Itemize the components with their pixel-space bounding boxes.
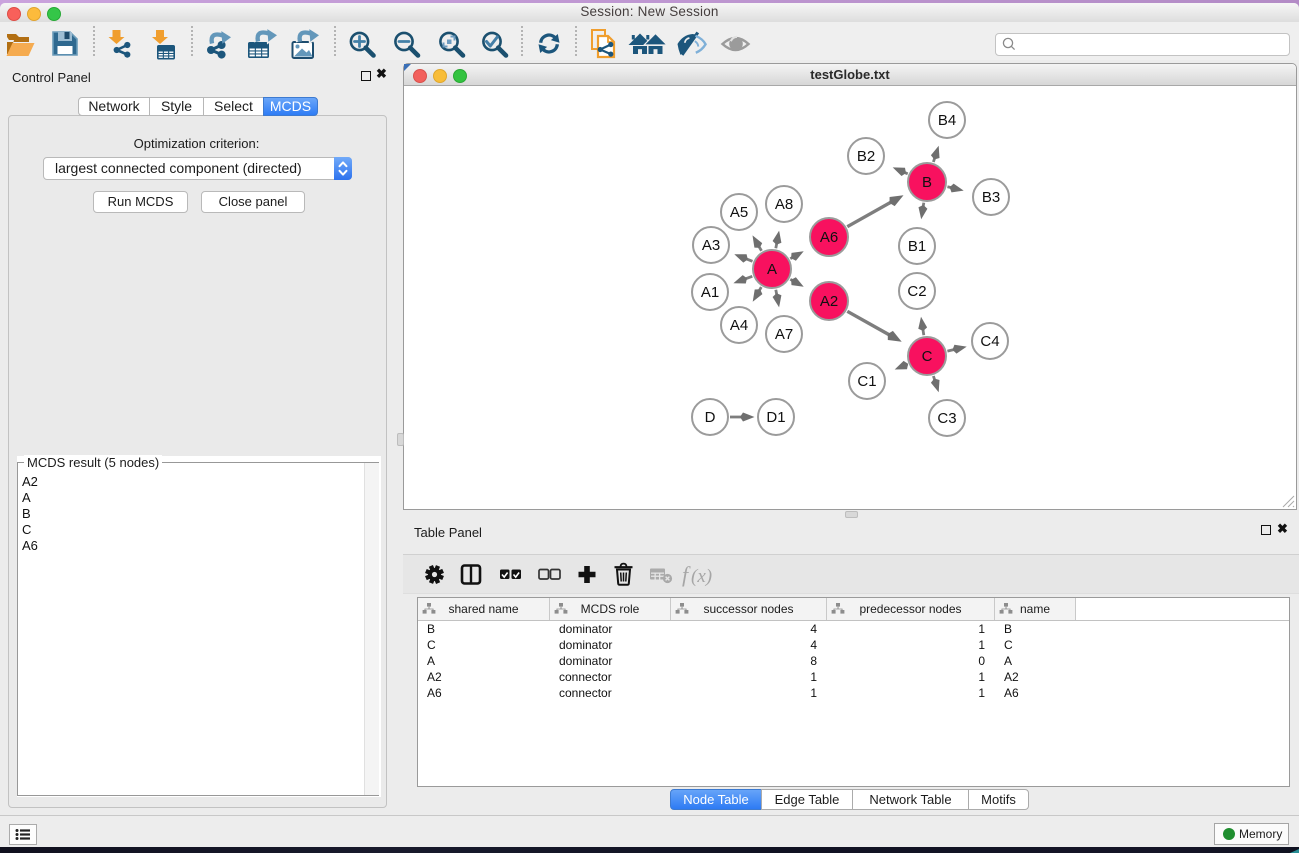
svg-text:B: B [922,174,932,191]
svg-text:A4: A4 [730,317,748,334]
svg-text:D: D [705,409,716,426]
svg-text:A5: A5 [730,204,748,221]
svg-text:A6: A6 [820,229,838,246]
svg-text:A3: A3 [702,237,720,254]
svg-text:A8: A8 [775,196,793,213]
svg-text:B2: B2 [857,148,875,165]
svg-text:C4: C4 [980,333,999,350]
svg-text:A1: A1 [701,284,719,301]
svg-text:C2: C2 [907,283,926,300]
svg-text:B3: B3 [982,189,1000,206]
svg-text:C3: C3 [937,410,956,427]
svg-text:(x): (x) [691,566,712,587]
svg-text:f: f [682,562,691,587]
svg-text:C: C [922,348,933,365]
svg-text:D1: D1 [766,409,785,426]
svg-text:A: A [767,261,777,278]
svg-text:C1: C1 [857,373,876,390]
svg-text:B4: B4 [938,112,956,129]
svg-text:A7: A7 [775,326,793,343]
svg-text:A2: A2 [820,293,838,310]
svg-text:B1: B1 [908,238,926,255]
